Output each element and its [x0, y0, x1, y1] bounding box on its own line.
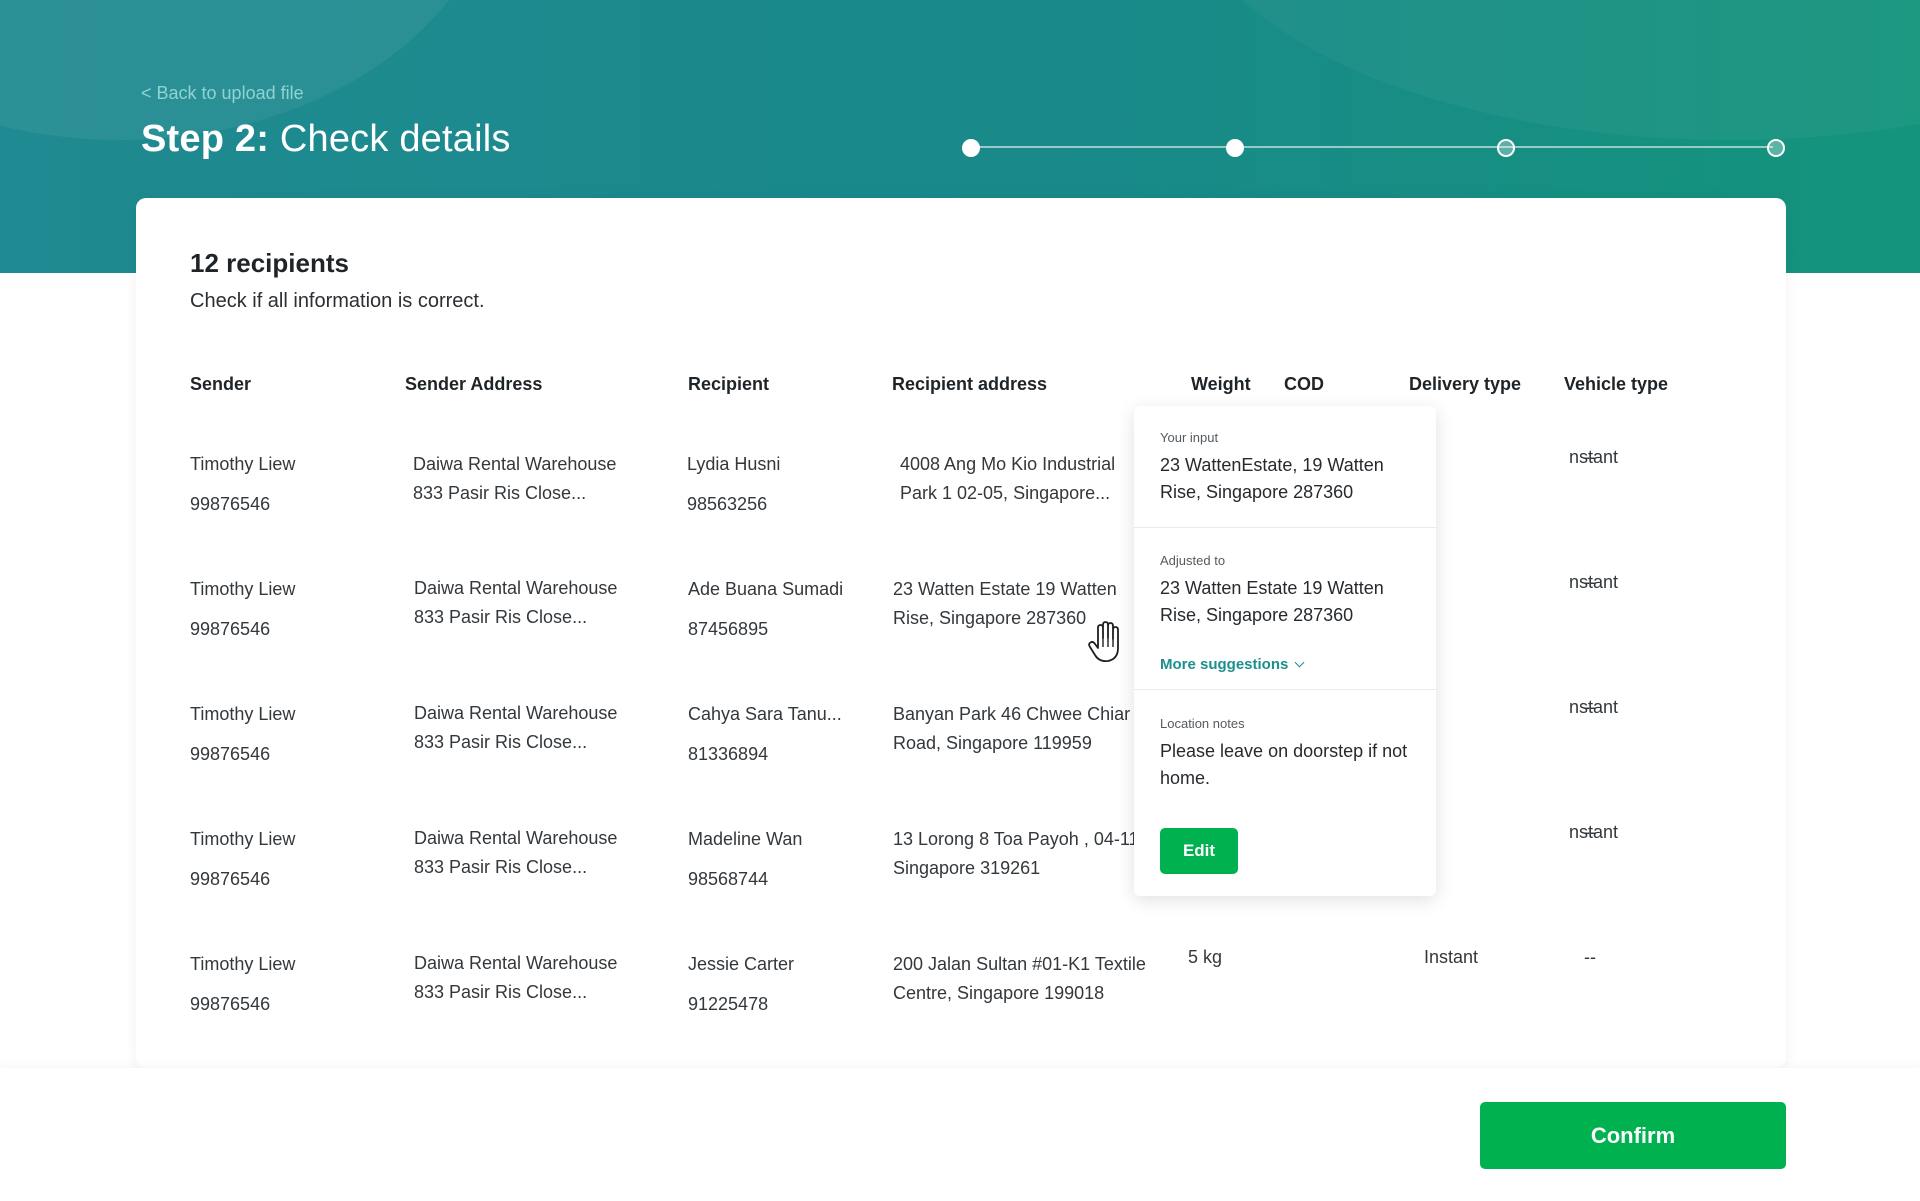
sender-name: Timothy Liew: [190, 704, 296, 724]
sender-name: Timothy Liew: [190, 579, 296, 599]
recipient-address-line2: Rise, Singapore 287360: [893, 608, 1087, 628]
recipient-name: Madeline Wan: [688, 829, 803, 849]
sender-address-line2: 833 Pasir Ris Close...: [414, 982, 588, 1002]
recipient-name: Jessie Carter: [688, 954, 795, 974]
column-header-delivery-type: Delivery type: [1409, 374, 1522, 394]
weight-value: 5 kg: [1188, 947, 1223, 967]
adjusted-to-value: 23 Watten Estate 19 Watten Rise, Singapo…: [1160, 578, 1384, 625]
recipient-address-line1: 23 Watten Estate 19 Watten: [893, 579, 1117, 599]
column-header-sender-address: Sender Address: [405, 374, 543, 394]
recipients-card: 12 recipients Check if all information i…: [136, 198, 1786, 1068]
vehicle-type-value: --: [1584, 447, 1596, 467]
recipient-address-line1: 13 Lorong 8 Toa Payoh , 04-11: [893, 829, 1139, 849]
page-title: Step 2: Check details: [141, 118, 511, 161]
recipient-name: Ade Buana Sumadi: [688, 579, 844, 599]
recipient-phone: 98563256: [687, 494, 768, 514]
column-header-sender: Sender: [190, 374, 252, 394]
chevron-down-icon: [1294, 657, 1305, 668]
sender-address-line1: Daiwa Rental Warehouse: [414, 828, 618, 848]
vehicle-type-value: --: [1584, 697, 1596, 717]
recipient-address-line1: Banyan Park 46 Chwee Chiar: [893, 704, 1131, 724]
recipient-name: Lydia Husni: [687, 454, 781, 474]
progress-stepper: [962, 139, 1785, 157]
sender-address-line1: Daiwa Rental Warehouse: [414, 703, 618, 723]
hand-pointer-icon: [1088, 621, 1119, 663]
location-notes-value: Please leave on doorstep if not home.: [1160, 741, 1408, 788]
step-title: Check details: [269, 118, 511, 160]
recipient-phone: 81336894: [688, 744, 769, 764]
vehicle-type-value: --: [1584, 572, 1596, 592]
location-notes-section: Location notes Please leave on doorstep …: [1134, 690, 1436, 896]
your-input-value: 23 WattenEstate, 19 Watten Rise, Singapo…: [1160, 455, 1384, 502]
column-header-vehicle-type: Vehicle type: [1564, 374, 1669, 394]
recipient-phone: 91225478: [688, 994, 769, 1014]
sender-address-line2: 833 Pasir Ris Close...: [414, 857, 588, 877]
more-suggestions-button[interactable]: More suggestions: [1160, 656, 1305, 673]
recipient-phone: 87456895: [688, 619, 769, 639]
back-to-upload-link[interactable]: < Back to upload file: [141, 83, 304, 104]
adjusted-to-label: Adjusted to: [1160, 553, 1226, 568]
recipient-address-line2: Road, Singapore 119959: [893, 733, 1092, 753]
recipients-count: 12 recipients: [190, 248, 349, 278]
recipient-name: Cahya Sara Tanu...: [688, 704, 842, 724]
sender-name: Timothy Liew: [190, 829, 296, 849]
recipients-subtitle: Check if all information is correct.: [190, 290, 485, 312]
recipient-phone: 98568744: [688, 869, 769, 889]
sender-phone: 99876546: [190, 494, 271, 514]
sender-address-line2: 833 Pasir Ris Close...: [414, 607, 588, 627]
sender-address-line1: Daiwa Rental Warehouse: [414, 953, 618, 973]
stepper-line: [962, 146, 1773, 148]
column-header-cod: COD: [1284, 374, 1324, 394]
recipient-address-line1: 4008 Ang Mo Kio Industrial: [900, 454, 1116, 474]
column-header-recipient-address: Recipient address: [892, 374, 1048, 394]
recipient-address-line2: Park 1 02-05, Singapore...: [900, 483, 1111, 503]
stepper-dot-3: [1497, 139, 1515, 157]
step-label: Step 2:: [141, 118, 270, 160]
recipient-address-line1: 200 Jalan Sultan #01-K1 Textile: [893, 954, 1146, 974]
stepper-dot-4: [1767, 139, 1785, 157]
sender-phone: 99876546: [190, 619, 271, 639]
sender-phone: 99876546: [190, 994, 271, 1014]
sender-address-line1: Daiwa Rental Warehouse: [414, 578, 618, 598]
more-suggestions-label: More suggestions: [1160, 656, 1289, 673]
address-details-popover: Your input 23 WattenEstate, 19 Watten Ri…: [1134, 406, 1436, 896]
sender-address-line2: 833 Pasir Ris Close...: [413, 483, 587, 503]
recipient-address-line2: Centre, Singapore 199018: [893, 983, 1105, 1003]
stepper-dot-1: [962, 139, 980, 157]
vehicle-type-value: --: [1584, 947, 1596, 967]
sender-address-line1: Daiwa Rental Warehouse: [413, 454, 617, 474]
sender-phone: 99876546: [190, 869, 271, 889]
your-input-section: Your input 23 WattenEstate, 19 Watten Ri…: [1134, 406, 1436, 528]
edit-button[interactable]: Edit: [1160, 828, 1238, 874]
column-header-weight: Weight: [1191, 374, 1251, 394]
sender-name: Timothy Liew: [190, 454, 296, 474]
adjusted-to-section: Adjusted to 23 Watten Estate 19 Watten R…: [1134, 528, 1436, 690]
sender-phone: 99876546: [190, 744, 271, 764]
location-notes-label: Location notes: [1160, 716, 1245, 731]
column-header-recipient: Recipient: [688, 374, 770, 394]
delivery-type-value: Instant: [1424, 947, 1479, 967]
your-input-label: Your input: [1160, 430, 1219, 445]
header-decoration: [1180, 0, 1920, 140]
vehicle-type-value: --: [1584, 822, 1596, 842]
stepper-dot-2: [1226, 139, 1244, 157]
confirm-button[interactable]: Confirm: [1480, 1102, 1786, 1169]
footer-bar: Confirm: [0, 1068, 1920, 1201]
sender-address-line2: 833 Pasir Ris Close...: [414, 732, 588, 752]
recipient-address-line2: Singapore 319261: [893, 858, 1041, 878]
sender-name: Timothy Liew: [190, 954, 296, 974]
